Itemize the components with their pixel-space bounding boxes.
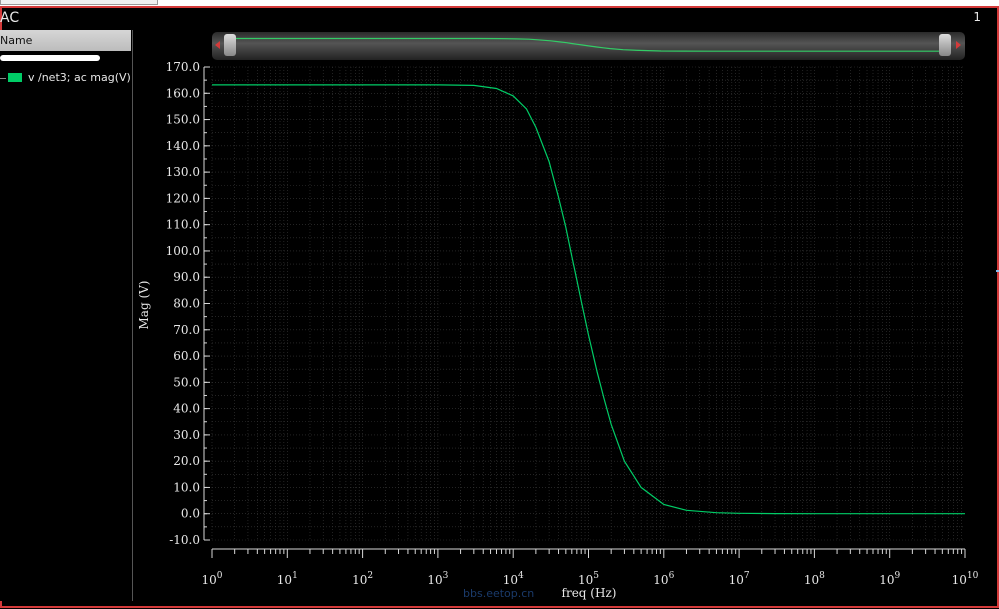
x-tick-label: 101 xyxy=(277,571,298,587)
y-tick-label: 0.0 xyxy=(181,507,200,521)
series-line[interactable] xyxy=(212,84,965,515)
y-tick-label: 120.0 xyxy=(166,191,200,205)
y-tick-label: 10.0 xyxy=(173,480,200,494)
y-tick-label: 100.0 xyxy=(166,244,200,258)
x-tick-label: 108 xyxy=(804,571,825,587)
y-tick-label: 80.0 xyxy=(173,297,200,311)
grid xyxy=(211,66,965,541)
x-tick-labels: 100 101 102 103 104 105 106 107 108 109 1010 xyxy=(201,571,978,587)
y-tick-label: 50.0 xyxy=(173,375,200,389)
x-axis-label: freq (Hz) xyxy=(562,586,617,600)
x-tick-label: 103 xyxy=(427,571,448,587)
x-tick-label: 107 xyxy=(729,571,750,587)
x-tick-label: 105 xyxy=(578,571,599,587)
x-tick-label: 1010 xyxy=(952,571,979,587)
x-tick-label: 104 xyxy=(503,571,524,587)
y-tick-label: 170.0 xyxy=(166,60,200,74)
x-tick-label: 109 xyxy=(879,571,900,587)
y-tick-labels: 170.0 160.0 150.0 140.0 130.0 120.0 110.0 100.0… xyxy=(166,60,200,547)
x-tick-label: 100 xyxy=(201,571,222,587)
y-tick-label: 150.0 xyxy=(166,113,200,127)
y-tick-label: 130.0 xyxy=(166,165,200,179)
watermark: bbs.eetop.cn xyxy=(463,587,535,600)
y-tick-label: 70.0 xyxy=(173,323,200,337)
x-tick-label: 106 xyxy=(653,571,674,587)
x-tick-label: 102 xyxy=(352,571,373,587)
y-tick-label: 60.0 xyxy=(173,349,200,363)
y-axis-label: Mag (V) xyxy=(137,281,151,330)
y-tick-label: -10.0 xyxy=(169,533,200,547)
y-tick-label: 110.0 xyxy=(166,218,200,232)
y-tick-label: 20.0 xyxy=(173,454,200,468)
y-tick-label: 160.0 xyxy=(166,86,200,100)
y-tick-label: 90.0 xyxy=(173,270,200,284)
y-tick-label: 140.0 xyxy=(166,139,200,153)
axes xyxy=(203,66,966,558)
y-tick-label: 40.0 xyxy=(173,402,200,416)
y-tick-label: 30.0 xyxy=(173,428,200,442)
plot-area[interactable]: 170.0 160.0 150.0 140.0 130.0 120.0 110.0 100.0… xyxy=(0,0,999,609)
